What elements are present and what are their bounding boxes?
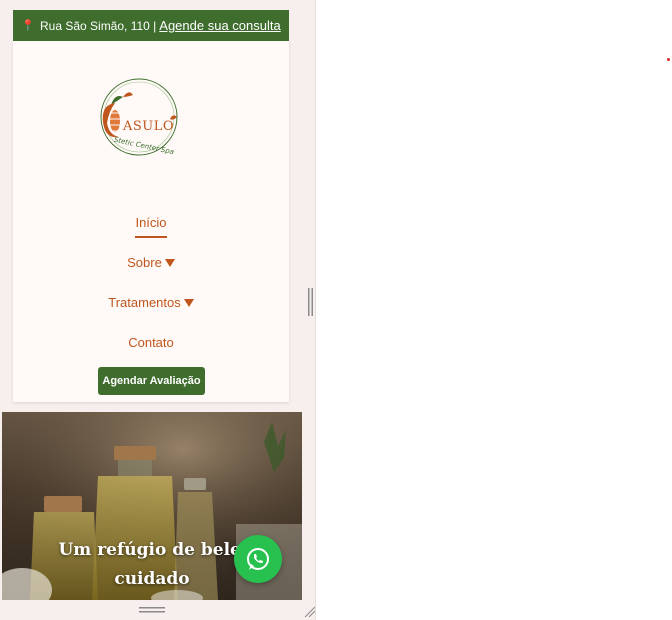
nav-item-tratamentos[interactable]: Tratamentos (13, 295, 289, 310)
nav-item-sobre[interactable]: Sobre (13, 255, 289, 270)
nav-item-contato[interactable]: Contato (13, 335, 289, 350)
resize-corner-handle[interactable] (304, 604, 316, 618)
resize-handle-side[interactable] (308, 288, 314, 316)
page-frame: 📍 Rua São Simão, 110 | Agende sua consul… (1, 0, 302, 600)
caret-down-icon (183, 299, 194, 307)
schedule-consultation-link[interactable]: Agende sua consulta (159, 18, 280, 33)
site-header: ASULO Stetic Center Spa Início Sobre Tra… (13, 41, 289, 402)
nav-item-label: Tratamentos (108, 295, 181, 310)
schedule-evaluation-button[interactable]: Agendar Avaliação (98, 367, 205, 395)
casulo-logo[interactable]: ASULO Stetic Center Spa (93, 77, 183, 167)
hero-title-line-1: Um refúgio de beleza (58, 540, 262, 560)
mobile-preview-viewport: 📍 Rua São Simão, 110 | Agende sua consul… (0, 0, 316, 620)
nav-item-inicio[interactable]: Início (13, 215, 289, 238)
whatsapp-icon (247, 548, 269, 570)
hero-title: Um refúgio de beleza cuidado (2, 536, 262, 594)
resize-handle-bottom[interactable] (139, 606, 165, 614)
hero-title-line-2: cuidado (114, 569, 190, 589)
nav-item-label: Contato (128, 335, 174, 350)
red-dot-indicator (667, 58, 670, 61)
whatsapp-button[interactable] (234, 535, 282, 583)
svg-text:ASULO: ASULO (122, 119, 174, 134)
nav-item-label: Início (135, 215, 167, 238)
address-text: Rua São Simão, 110 | (39, 18, 157, 33)
top-info-bar: 📍 Rua São Simão, 110 | Agende sua consul… (13, 10, 289, 41)
map-pin-icon: 📍 (21, 20, 35, 32)
caret-down-icon (164, 259, 175, 267)
svg-text:Stetic Center Spa: Stetic Center Spa (113, 136, 175, 157)
nav-item-label: Sobre (127, 255, 162, 270)
